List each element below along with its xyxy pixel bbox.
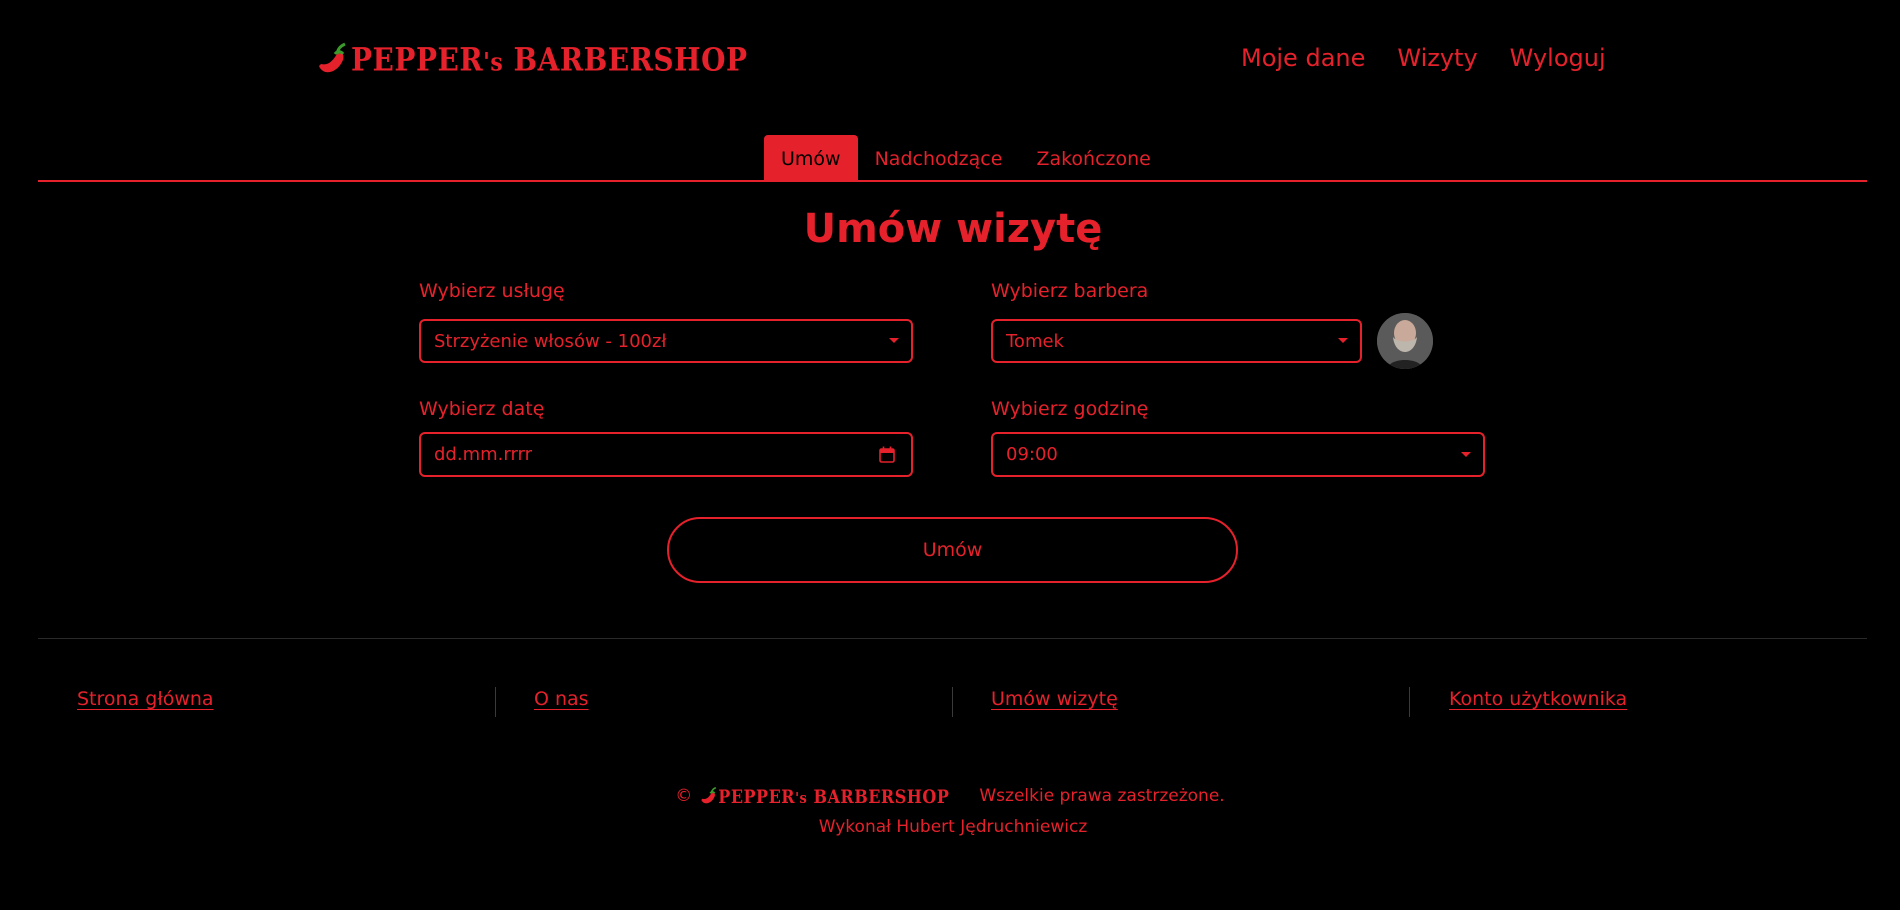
author-credit: Wykonał Hubert Jędruchniewicz — [818, 817, 1088, 837]
footer-brand-name: PEPPER's BARBERSHOP — [718, 785, 950, 807]
barber-label: Wybierz barbera — [991, 280, 1149, 302]
time-value: 09:00 — [1006, 444, 1058, 465]
chili-pepper-icon — [701, 786, 717, 804]
caret-down-icon — [1338, 338, 1348, 343]
tab-book[interactable]: Umów — [764, 135, 858, 181]
footer-link-book[interactable]: Umów wizytę — [991, 688, 1118, 710]
tab-completed[interactable]: Zakończone — [1019, 135, 1167, 181]
visit-tabs: Umów Nadchodzące Zakończone — [764, 135, 1168, 181]
service-label: Wybierz usługę — [419, 280, 565, 302]
footer-divider — [38, 638, 1867, 639]
time-label: Wybierz godzinę — [991, 398, 1149, 420]
tabs-divider — [38, 180, 1867, 182]
footer-brand-logo: PEPPER's BARBERSHOP — [698, 785, 949, 807]
time-select[interactable]: 09:00 — [991, 432, 1485, 477]
footer-separator — [1409, 687, 1410, 717]
service-value: Strzyżenie włosów - 100zł — [434, 330, 667, 352]
footer-link-about[interactable]: O nas — [534, 688, 589, 710]
caret-down-icon — [889, 338, 899, 343]
page-title: Umów wizytę — [803, 206, 1103, 252]
page: PEPPER's BARBERSHOP Moje dane Wizyty Wyl… — [0, 0, 1900, 910]
footer-links: Strona główna O nas Umów wizytę Konto uż… — [0, 687, 1900, 718]
nav-my-data[interactable]: Moje dane — [1241, 44, 1365, 72]
footer-separator — [495, 687, 496, 717]
rights-text: Wszelkie prawa zastrzeżone. — [979, 786, 1225, 806]
brand-name: PEPPER's BARBERSHOP — [351, 40, 748, 78]
footer-copyright: © PEPPER's BARBERSHOP Wszelkie prawa zas… — [0, 785, 1900, 807]
footer-separator — [952, 687, 953, 717]
nav-visits[interactable]: Wizyty — [1397, 44, 1477, 72]
book-button[interactable]: Umów — [667, 517, 1238, 583]
footer-link-home[interactable]: Strona główna — [77, 688, 214, 710]
nav-logout[interactable]: Wyloguj — [1510, 44, 1606, 72]
main-nav: Moje dane Wizyty Wyloguj — [1241, 44, 1606, 72]
chili-pepper-icon — [319, 42, 346, 73]
service-select[interactable]: Strzyżenie włosów - 100zł — [419, 319, 913, 363]
tab-upcoming[interactable]: Nadchodzące — [858, 135, 1020, 181]
calendar-icon[interactable] — [879, 446, 895, 463]
date-label: Wybierz datę — [419, 398, 545, 420]
date-placeholder: dd.mm.rrrr — [434, 444, 533, 465]
caret-down-icon — [1461, 451, 1471, 457]
brand-logo[interactable]: PEPPER's BARBERSHOP — [313, 40, 748, 78]
footer-link-account[interactable]: Konto użytkownika — [1449, 688, 1627, 710]
copyright-symbol: © — [675, 786, 693, 806]
date-input[interactable]: dd.mm.rrrr — [419, 432, 913, 477]
barber-value: Tomek — [1006, 330, 1064, 352]
barber-avatar — [1377, 313, 1433, 369]
barber-select[interactable]: Tomek — [991, 319, 1362, 363]
